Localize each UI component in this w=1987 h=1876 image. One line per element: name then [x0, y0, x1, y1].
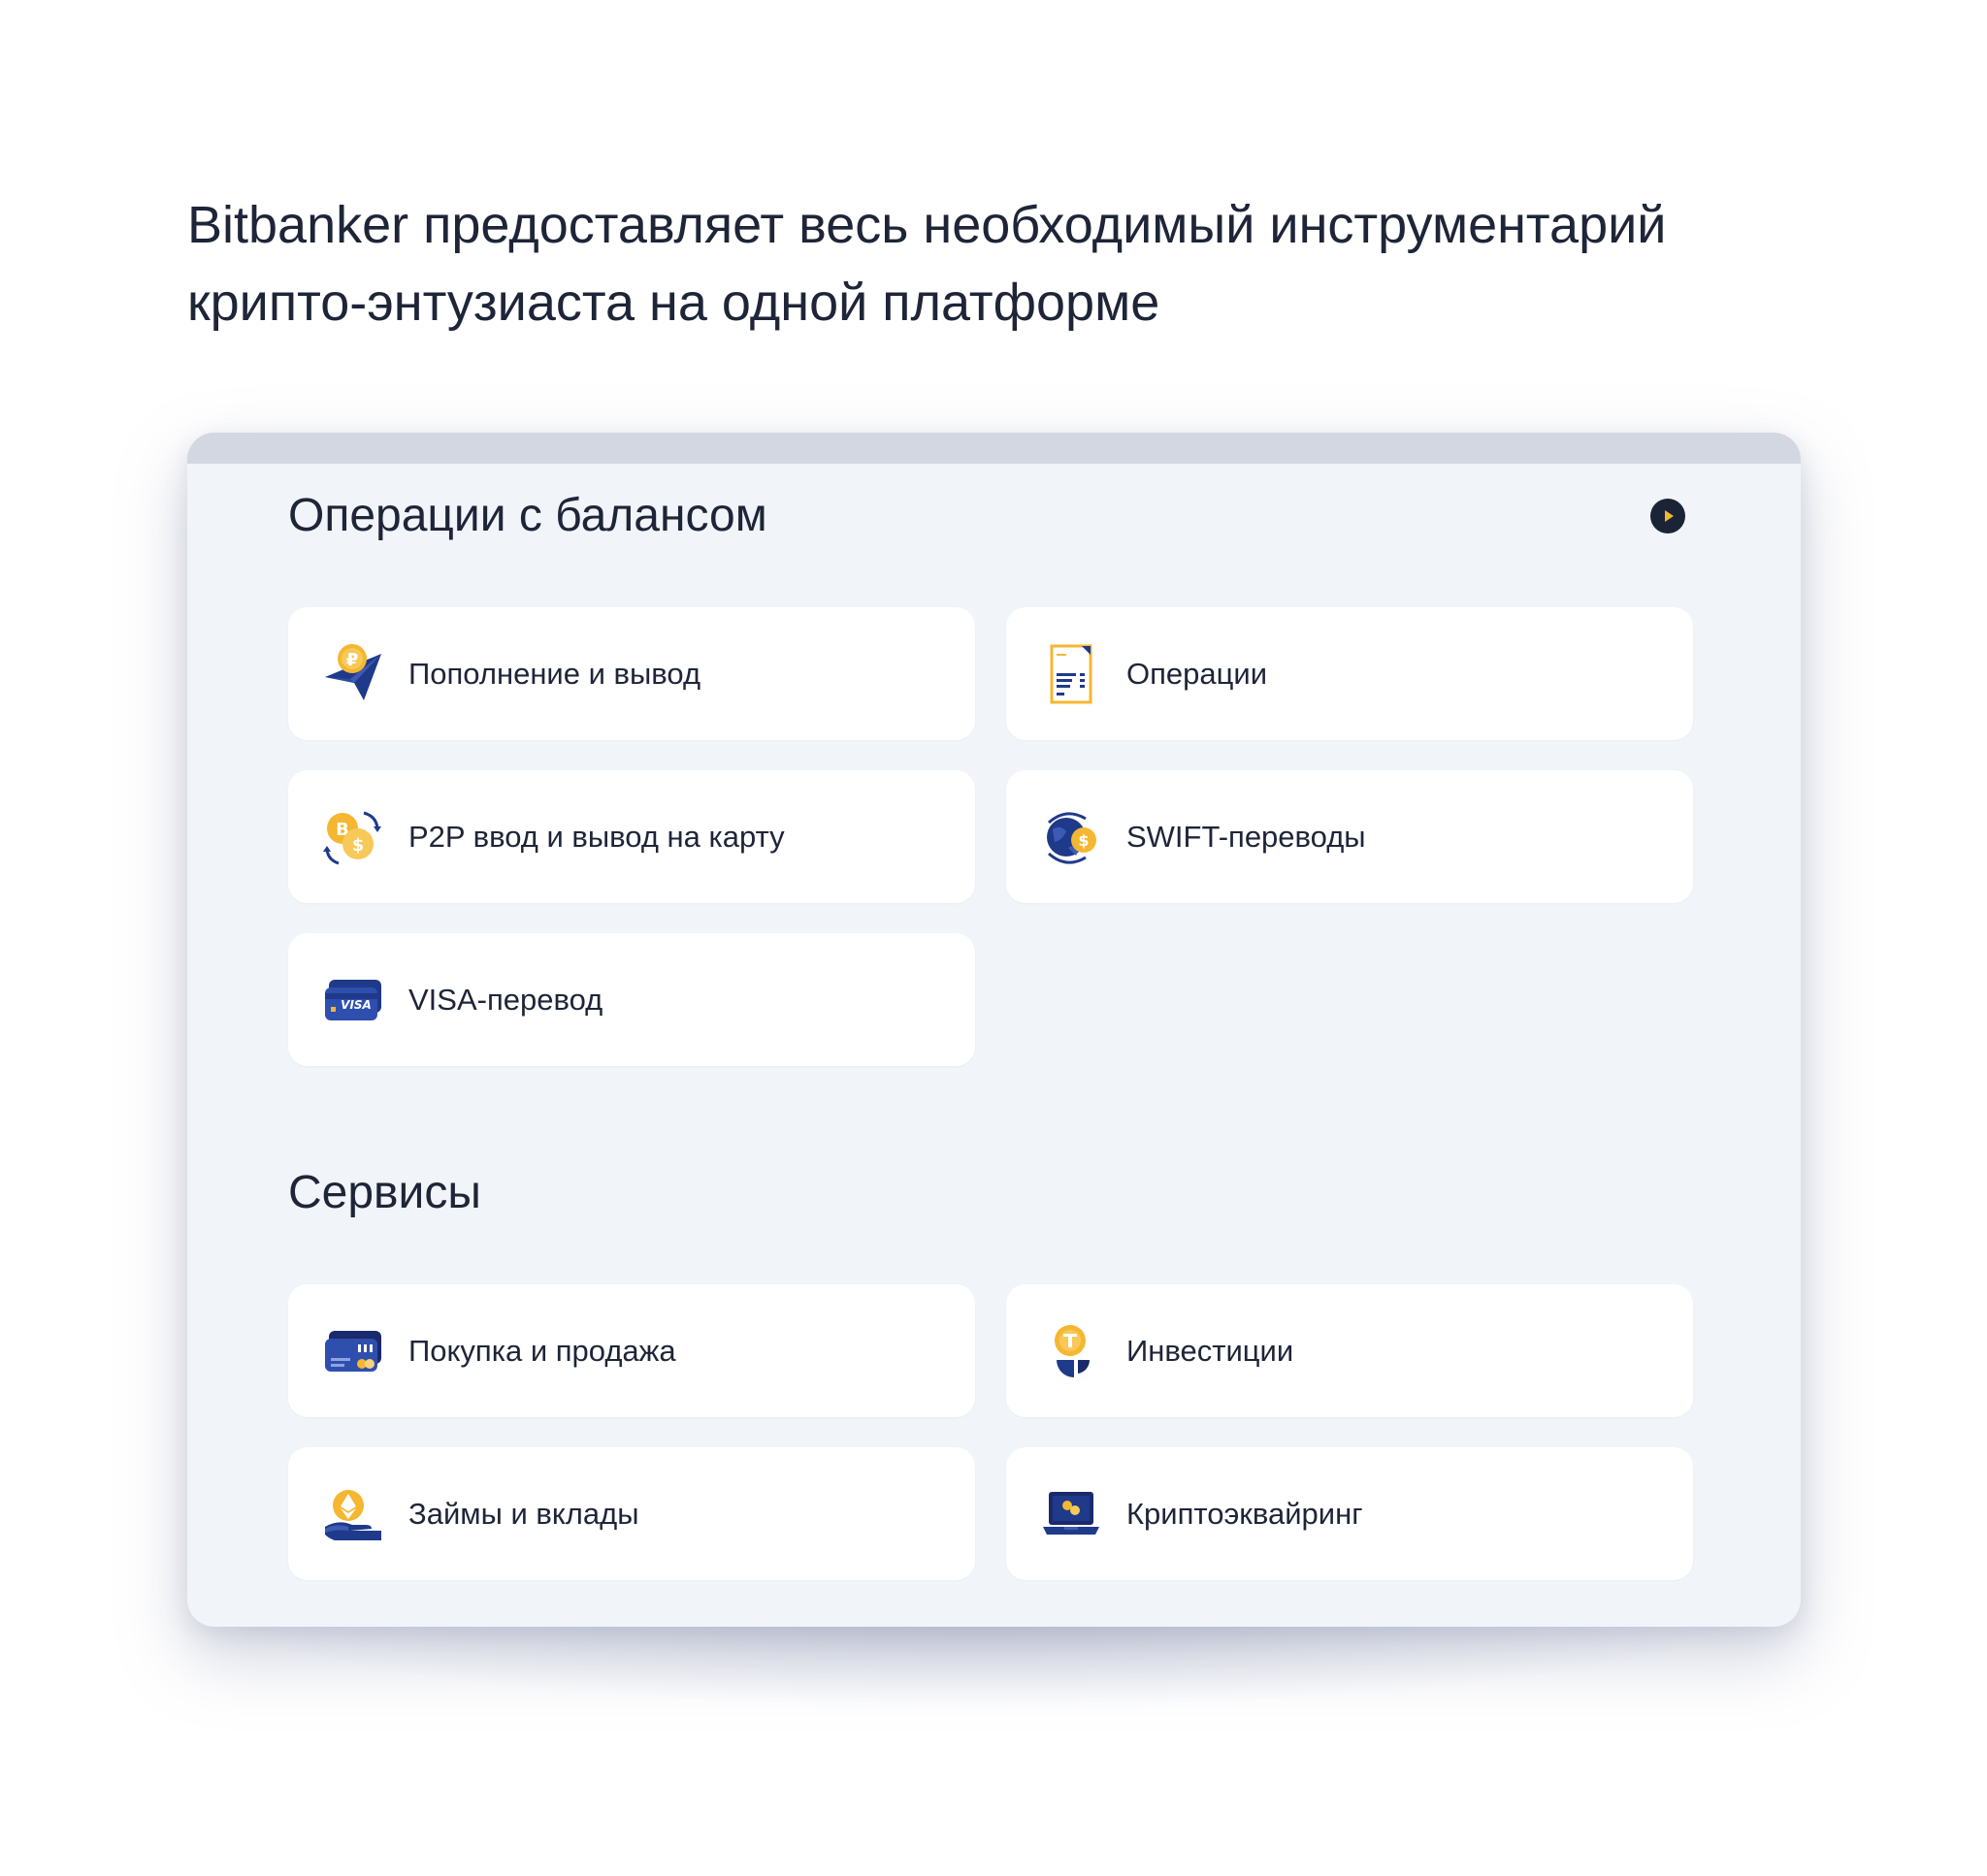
page-headline: Bitbanker предоставляет весь необходимый…	[187, 186, 1837, 341]
panel-top-bar	[187, 433, 1801, 464]
card-operations[interactable]: Операции	[1006, 607, 1693, 740]
laptop-coins-icon	[1039, 1482, 1103, 1546]
tether-pie-icon	[1039, 1319, 1103, 1383]
card-label: Покупка и продажа	[408, 1334, 676, 1368]
svg-text:VISA: VISA	[341, 998, 372, 1012]
section-title-services: Сервисы	[288, 1167, 481, 1218]
wallet-card-icon	[321, 1319, 385, 1383]
paper-plane-ruble-icon: ₽	[321, 642, 385, 706]
card-crypto-acquiring[interactable]: Криптоэквайринг	[1006, 1447, 1693, 1580]
section-title-balance-ops: Операции с балансом	[288, 490, 767, 541]
visa-card-icon: VISA	[321, 968, 385, 1032]
headline-line-1: Bitbanker предоставляет весь необходимый…	[187, 196, 1667, 254]
document-list-icon	[1039, 642, 1103, 706]
play-button[interactable]	[1650, 499, 1685, 534]
card-label: Займы и вклады	[408, 1497, 639, 1531]
card-label: VISA-перевод	[408, 983, 603, 1017]
card-p2p[interactable]: B $ P2P ввод и вывод на карту	[288, 770, 975, 903]
svg-text:$: $	[1078, 831, 1089, 850]
play-icon	[1665, 510, 1674, 522]
svg-text:₽: ₽	[346, 650, 359, 670]
card-visa-transfer[interactable]: VISA VISA-перевод	[288, 933, 975, 1066]
card-label: Пополнение и вывод	[408, 657, 701, 691]
card-deposit-withdraw[interactable]: ₽ Пополнение и вывод	[288, 607, 975, 740]
card-buy-sell[interactable]: Покупка и продажа	[288, 1284, 975, 1417]
coin-exchange-icon: B $	[321, 805, 385, 869]
globe-dollar-icon: $	[1039, 805, 1103, 869]
card-label: Инвестиции	[1126, 1334, 1294, 1368]
card-loans-deposits[interactable]: Займы и вклады	[288, 1447, 975, 1580]
card-label: P2P ввод и вывод на карту	[408, 820, 785, 854]
card-label: SWIFT-переводы	[1126, 820, 1366, 854]
svg-text:$: $	[352, 835, 365, 856]
card-investments[interactable]: Инвестиции	[1006, 1284, 1693, 1417]
card-label: Криптоэквайринг	[1126, 1497, 1363, 1531]
app-panel: Операции с балансом ₽ Пополнение и вывод	[187, 433, 1801, 1627]
headline-line-2: крипто-энтузиаста на одной платформе	[187, 274, 1160, 332]
hand-ethereum-icon	[321, 1482, 385, 1546]
card-swift[interactable]: $ SWIFT-переводы	[1006, 770, 1693, 903]
card-label: Операции	[1126, 657, 1268, 691]
